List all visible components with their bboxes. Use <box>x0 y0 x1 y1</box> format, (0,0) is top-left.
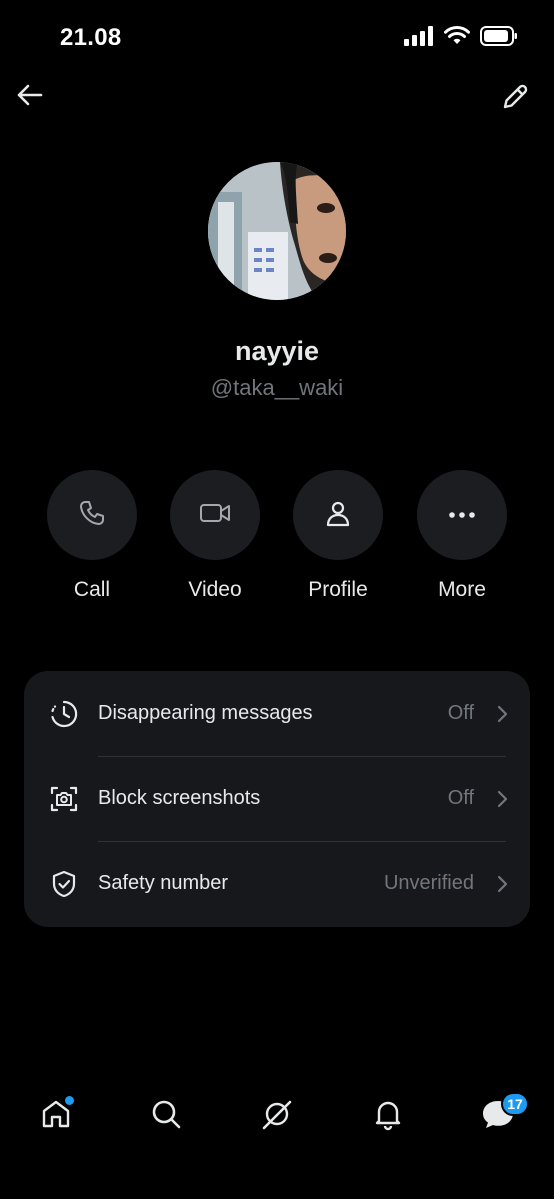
block-screenshots-label: Block screenshots <box>98 787 261 809</box>
screenshot-camera-icon <box>48 783 80 815</box>
home-notification-dot <box>65 1096 74 1105</box>
action-buttons: Call Video Profile More <box>0 470 554 610</box>
video-label: Video <box>188 578 242 601</box>
safety-number-value: Unverified <box>383 872 474 894</box>
block-screenshots-value: Off <box>447 787 474 809</box>
nav-search[interactable] <box>144 1094 188 1138</box>
safety-number-label: Safety number <box>98 872 229 894</box>
chevron-right-icon <box>494 875 510 892</box>
pencil-icon <box>501 83 529 116</box>
edit-button[interactable] <box>498 82 532 116</box>
more-button[interactable]: More <box>407 470 517 602</box>
nav-home[interactable] <box>34 1094 78 1138</box>
call-label: Call <box>73 578 111 601</box>
conversation-settings-card: Disappearing messages Off Block screensh… <box>24 671 530 927</box>
timer-icon <box>48 698 80 730</box>
video-camera-icon <box>199 501 231 530</box>
more-label: More <box>438 578 486 601</box>
disappearing-messages-label: Disappearing messages <box>98 702 313 724</box>
avatar[interactable] <box>208 162 346 300</box>
wifi-icon <box>444 26 470 51</box>
battery-icon <box>480 26 518 51</box>
disappearing-messages-row[interactable]: Disappearing messages Off <box>24 671 530 756</box>
chevron-right-icon <box>494 790 510 807</box>
call-button[interactable]: Call <box>37 470 147 602</box>
call-button-circle[interactable] <box>47 470 137 560</box>
more-button-circle[interactable] <box>417 470 507 560</box>
signal-icon <box>404 26 434 51</box>
conversation-info-screen: 21.08 nayyie @taka__waki Call Video Prof… <box>0 0 554 1199</box>
grok-icon <box>260 1097 294 1136</box>
safety-number-row[interactable]: Safety number Unverified <box>24 841 530 926</box>
status-bar: 21.08 <box>0 0 554 76</box>
chevron-right-icon <box>494 705 510 722</box>
disappearing-messages-value: Off <box>447 702 474 724</box>
status-time: 21.08 <box>60 24 122 51</box>
more-dots-icon <box>448 506 476 524</box>
profile-button[interactable]: Profile <box>283 470 393 602</box>
username-handle: @taka__waki <box>210 375 344 400</box>
block-screenshots-row[interactable]: Block screenshots Off <box>24 756 530 841</box>
profile-button-circle[interactable] <box>293 470 383 560</box>
bell-icon <box>371 1097 405 1136</box>
video-button-circle[interactable] <box>170 470 260 560</box>
nav-grok[interactable] <box>255 1094 299 1138</box>
nav-notifications[interactable] <box>366 1094 410 1138</box>
bottom-navigation <box>0 1080 554 1152</box>
video-button[interactable]: Video <box>160 470 270 602</box>
display-name: nayyie <box>234 336 320 366</box>
phone-icon <box>78 499 106 532</box>
arrow-left-icon <box>15 83 43 112</box>
shield-check-icon <box>48 868 80 900</box>
messages-unread-badge: 17 <box>501 1092 529 1116</box>
back-button[interactable] <box>12 80 46 114</box>
avatar-photo <box>208 162 346 300</box>
status-icons <box>404 26 518 51</box>
profile-label: Profile <box>308 578 368 601</box>
person-icon <box>324 499 352 532</box>
search-icon <box>149 1097 183 1136</box>
